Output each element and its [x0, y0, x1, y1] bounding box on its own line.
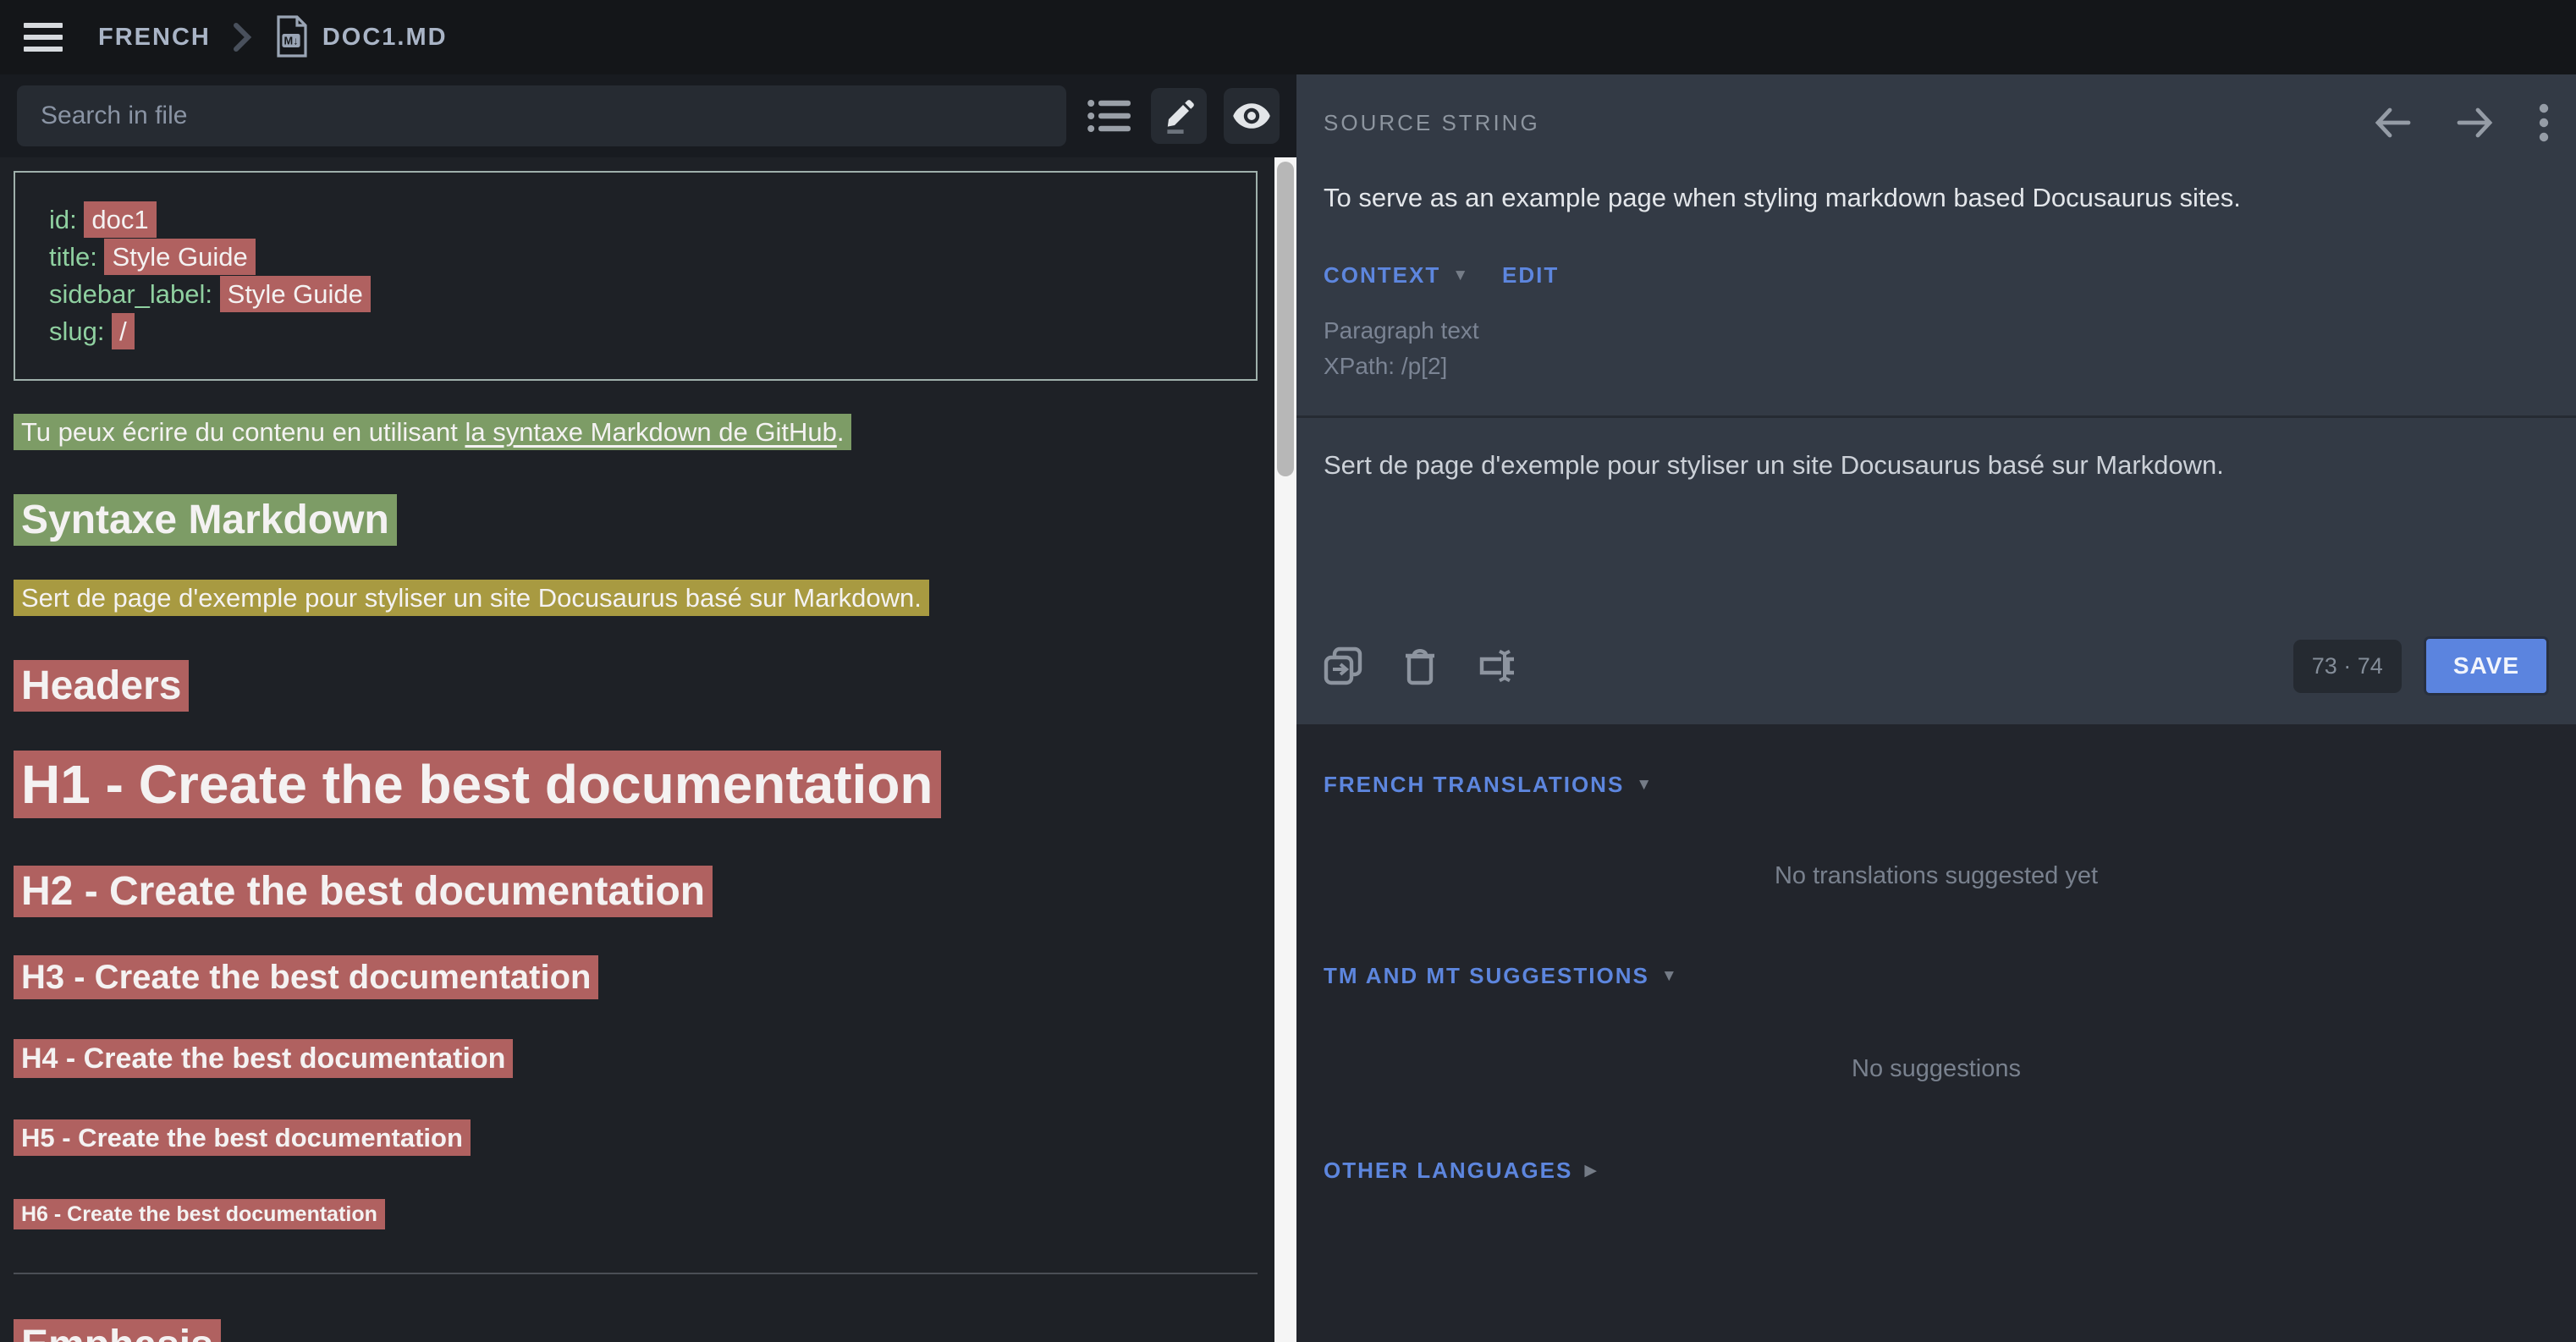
source-string-title: SOURCE STRING — [1324, 110, 1540, 136]
code-line: sidebar_label: Style Guide — [49, 276, 1222, 313]
heading-h5[interactable]: H5 - Create the best documentation — [14, 1123, 1263, 1153]
previous-string-button[interactable] — [2373, 107, 2412, 139]
next-string-button[interactable] — [2456, 107, 2495, 139]
document-preview-panel: id: doc1 title: Style Guide sidebar_labe… — [0, 74, 1296, 1342]
scrollbar-thumb[interactable] — [1277, 162, 1294, 476]
heading-h3[interactable]: H3 - Create the best documentation — [14, 959, 1263, 997]
chevron-down-icon: ▼ — [1452, 267, 1468, 285]
context-xpath: XPath: /p[2] — [1324, 353, 2549, 380]
intro-paragraph[interactable]: Tu peux écrire du contenu en utilisant l… — [14, 416, 1263, 449]
heading-h4[interactable]: H4 - Create the best documentation — [14, 1042, 1263, 1075]
chevron-down-icon: ▼ — [1661, 967, 1677, 986]
heading-headers[interactable]: Headers — [14, 663, 1263, 709]
char-count-badge: 73 · 74 — [2293, 640, 2402, 693]
code-line: slug: / — [49, 313, 1222, 350]
chevron-down-icon: ▼ — [1636, 776, 1652, 795]
chevron-right-icon: ▶ — [1584, 1161, 1597, 1180]
document-scrollbar[interactable] — [1274, 157, 1296, 1342]
top-bar: FRENCH M↓ DOC1.MD — [0, 0, 2576, 74]
eye-icon — [1232, 102, 1271, 129]
other-languages-toggle[interactable]: OTHER LANGUAGES — [1324, 1158, 1572, 1184]
french-translations-toggle[interactable]: FRENCH TRANSLATIONS — [1324, 772, 1624, 798]
copy-source-icon[interactable] — [1324, 646, 1362, 685]
string-list-icon[interactable] — [1087, 95, 1134, 137]
no-translations-message: No translations suggested yet — [1324, 862, 2549, 890]
code-line: title: Style Guide — [49, 239, 1222, 276]
breadcrumb-file[interactable]: DOC1.MD — [322, 24, 448, 52]
source-string-text: To serve as an example page when styling… — [1324, 183, 2549, 213]
suggestion-sections: FRENCH TRANSLATIONS ▼ No translations su… — [1296, 724, 2576, 1184]
pencil-icon — [1162, 98, 1196, 134]
source-string-card: SOURCE STRING To serve as an example pag… — [1296, 74, 2576, 724]
frontmatter-code-block: id: doc1 title: Style Guide sidebar_labe… — [14, 171, 1258, 381]
github-markdown-link: la syntaxe Markdown de GitHub — [465, 417, 836, 447]
clear-text-icon[interactable] — [1478, 646, 1518, 685]
heading-emphasis[interactable]: Emphasis — [14, 1322, 1263, 1342]
svg-text:M↓: M↓ — [283, 34, 298, 47]
tm-mt-suggestions-toggle[interactable]: TM AND MT SUGGESTIONS — [1324, 963, 1649, 989]
heading-h6[interactable]: H6 - Create the best documentation — [14, 1202, 1263, 1227]
delete-translation-icon[interactable] — [1403, 646, 1437, 685]
context-type: Paragraph text — [1324, 317, 2549, 344]
context-toggle[interactable]: CONTEXT — [1324, 262, 1440, 289]
save-button[interactable]: SAVE — [2424, 636, 2549, 696]
translation-input[interactable]: Sert de page d'exemple pour styliser un … — [1324, 418, 2549, 614]
more-options-icon[interactable] — [2539, 103, 2549, 142]
heading-syntaxe-markdown[interactable]: Syntaxe Markdown — [14, 497, 1263, 543]
selected-string-paragraph[interactable]: Sert de page d'exemple pour styliser un … — [14, 582, 1263, 615]
menu-icon[interactable] — [24, 23, 63, 52]
search-input[interactable] — [17, 85, 1066, 146]
heading-h2[interactable]: H2 - Create the best documentation — [14, 868, 1263, 915]
edit-mode-button[interactable] — [1151, 88, 1207, 144]
markdown-file-icon: M↓ — [273, 15, 309, 59]
chevron-right-icon — [231, 20, 253, 54]
no-suggestions-message: No suggestions — [1324, 1055, 2549, 1083]
horizontal-rule — [14, 1273, 1258, 1274]
preview-mode-button[interactable] — [1224, 88, 1280, 144]
search-row — [0, 74, 1296, 157]
breadcrumb-project[interactable]: FRENCH — [98, 24, 211, 52]
translation-panel: SOURCE STRING To serve as an example pag… — [1296, 74, 2576, 1342]
heading-h1[interactable]: H1 - Create the best documentation — [14, 753, 1263, 816]
code-line: id: doc1 — [49, 201, 1222, 239]
document-content: id: doc1 title: Style Guide sidebar_labe… — [0, 157, 1296, 1342]
edit-context-link[interactable]: EDIT — [1502, 262, 1559, 289]
